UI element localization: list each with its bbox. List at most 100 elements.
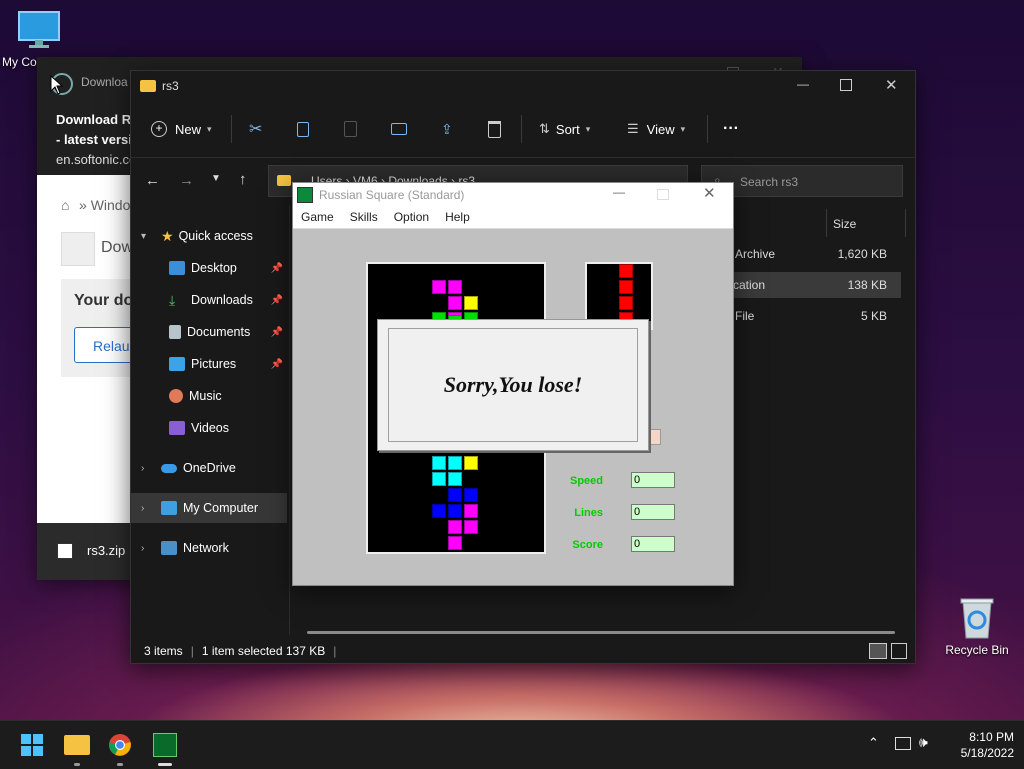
sidebar-item-pictures[interactable]: Pictures 📌 bbox=[131, 349, 287, 379]
tetris-block bbox=[432, 504, 446, 518]
cut-icon[interactable]: ✂ bbox=[249, 101, 262, 157]
menu-game[interactable]: Game bbox=[301, 210, 334, 224]
score-label: Score bbox=[572, 539, 603, 551]
pin-icon: 📌 bbox=[270, 326, 283, 338]
view-icon: ☰ bbox=[627, 121, 639, 136]
menu-help[interactable]: Help bbox=[445, 210, 470, 224]
tetris-block bbox=[448, 280, 462, 294]
sidebar-label: Desktop bbox=[191, 261, 237, 275]
forward-arrow-icon[interactable]: → bbox=[179, 172, 194, 189]
page-heading: Dow bbox=[101, 239, 134, 256]
tetris-block bbox=[464, 488, 478, 502]
tetris-block bbox=[464, 296, 478, 310]
chevron-right-icon: › bbox=[141, 502, 145, 514]
tetris-block bbox=[464, 504, 478, 518]
breadcrumb-item[interactable]: Windo bbox=[91, 197, 131, 213]
explorer-title-bar: rs3 — ✕ bbox=[131, 71, 915, 101]
network-icon[interactable] bbox=[895, 737, 911, 750]
sidebar-item-onedrive[interactable]: › OneDrive bbox=[131, 453, 287, 483]
file-type: File bbox=[735, 309, 755, 323]
file-row[interactable]: Archive 1,620 KB bbox=[721, 241, 901, 267]
delete-icon[interactable] bbox=[488, 101, 501, 157]
download-card-title: Your do bbox=[74, 292, 134, 309]
copy-icon[interactable] bbox=[297, 101, 309, 157]
game-minimize-button[interactable]: — bbox=[613, 185, 625, 199]
clock[interactable]: 8:10 PM 5/18/2022 bbox=[944, 730, 1014, 760]
back-arrow-icon[interactable]: ← bbox=[145, 172, 160, 189]
home-icon[interactable]: ⌂ bbox=[61, 197, 69, 213]
download-card: Your do Relau bbox=[61, 279, 144, 377]
game-title: Russian Square (Standard) bbox=[319, 187, 465, 202]
tetris-block bbox=[432, 472, 446, 486]
game-menu-bar: Game Skills Option Help bbox=[293, 206, 733, 229]
sidebar-item-network[interactable]: › Network bbox=[131, 533, 287, 563]
minimize-button[interactable]: — bbox=[797, 77, 809, 91]
file-size: 1,620 KB bbox=[837, 247, 887, 261]
up-arrow-icon[interactable]: ↑ bbox=[239, 171, 247, 188]
close-button[interactable]: ✕ bbox=[885, 76, 898, 94]
game-over-message: Sorry,You lose! bbox=[443, 372, 583, 397]
document-icon bbox=[169, 325, 181, 339]
game-maximize-button[interactable] bbox=[657, 189, 669, 200]
rename-icon[interactable] bbox=[391, 101, 407, 157]
tetris-block bbox=[464, 456, 478, 470]
lines-label: Lines bbox=[574, 507, 603, 519]
sidebar-item-desktop[interactable]: Desktop 📌 bbox=[131, 253, 287, 283]
speed-value: 0 bbox=[631, 472, 675, 488]
paste-icon[interactable] bbox=[344, 101, 357, 157]
menu-option[interactable]: Option bbox=[394, 210, 429, 224]
chevron-up-icon[interactable]: ⌃ bbox=[868, 735, 879, 751]
column-header-size[interactable]: Size bbox=[833, 217, 856, 231]
file-row-selected[interactable]: plication 138 KB bbox=[721, 272, 901, 298]
menu-skills[interactable]: Skills bbox=[350, 210, 378, 224]
score-value: 0 bbox=[631, 536, 675, 552]
taskbar-file-explorer[interactable] bbox=[61, 729, 93, 766]
recent-locations-chevron-icon[interactable]: ▼ bbox=[211, 173, 221, 184]
desktop-icon-recycle-bin[interactable]: Recycle Bin bbox=[940, 596, 1014, 657]
game-over-dialog: Sorry,You lose! bbox=[377, 319, 649, 451]
chevron-right-icon: › bbox=[141, 542, 145, 554]
window-title: rs3 bbox=[162, 79, 179, 93]
tetris-block bbox=[448, 472, 462, 486]
sidebar-label: Music bbox=[189, 389, 222, 403]
sidebar-item-my-computer[interactable]: › My Computer bbox=[131, 493, 287, 523]
tiles-view-icon[interactable] bbox=[891, 643, 907, 659]
sidebar-item-documents[interactable]: Documents 📌 bbox=[131, 317, 287, 347]
view-button[interactable]: ☰ View ▾ bbox=[627, 101, 685, 157]
file-type: Archive bbox=[735, 247, 776, 261]
volume-icon[interactable]: 🕪 bbox=[919, 734, 928, 751]
app-thumbnail bbox=[61, 232, 95, 266]
download-file-name[interactable]: rs3.zip bbox=[87, 543, 125, 558]
more-options-button[interactable]: ··· bbox=[723, 101, 739, 157]
taskbar-chrome[interactable] bbox=[104, 729, 136, 766]
sidebar-item-downloads[interactable]: ⤓ Downloads 📌 bbox=[131, 285, 287, 315]
zip-file-icon bbox=[57, 543, 73, 559]
game-close-button[interactable]: ✕ bbox=[703, 184, 716, 202]
view-label: View bbox=[646, 121, 675, 137]
browser-tab-title: Downloa bbox=[81, 75, 128, 89]
next-piece-block bbox=[619, 280, 633, 294]
tetris-block bbox=[448, 488, 462, 502]
details-view-icon[interactable] bbox=[869, 643, 887, 659]
pin-icon: 📌 bbox=[270, 294, 283, 306]
start-button[interactable] bbox=[16, 729, 48, 761]
russian-square-window: Russian Square (Standard) — ✕ Game Skill… bbox=[292, 182, 734, 586]
mouse-cursor-icon bbox=[50, 75, 64, 95]
share-icon[interactable]: ⇪ bbox=[441, 101, 453, 157]
sidebar-label: Downloads bbox=[191, 293, 253, 307]
clock-time: 8:10 PM bbox=[969, 730, 1014, 744]
sidebar-item-music[interactable]: Music bbox=[131, 381, 287, 411]
sidebar-item-videos[interactable]: Videos bbox=[131, 413, 287, 443]
new-button[interactable]: + New ▾ bbox=[151, 101, 212, 157]
sidebar-item-quick-access[interactable]: ▾ ★ Quick access bbox=[131, 221, 287, 251]
taskbar-russian-square[interactable] bbox=[149, 729, 181, 766]
file-row[interactable]: File 5 KB bbox=[721, 303, 901, 329]
chrome-icon bbox=[109, 734, 131, 756]
maximize-button[interactable] bbox=[840, 79, 852, 91]
sort-button[interactable]: ⇅ Sort ▾ bbox=[539, 101, 590, 157]
horizontal-scrollbar[interactable] bbox=[307, 631, 895, 634]
monitor-icon bbox=[161, 501, 177, 515]
tetris-block bbox=[432, 280, 446, 294]
notif-title: Download R bbox=[56, 112, 132, 127]
sidebar-label: My Computer bbox=[183, 501, 259, 515]
